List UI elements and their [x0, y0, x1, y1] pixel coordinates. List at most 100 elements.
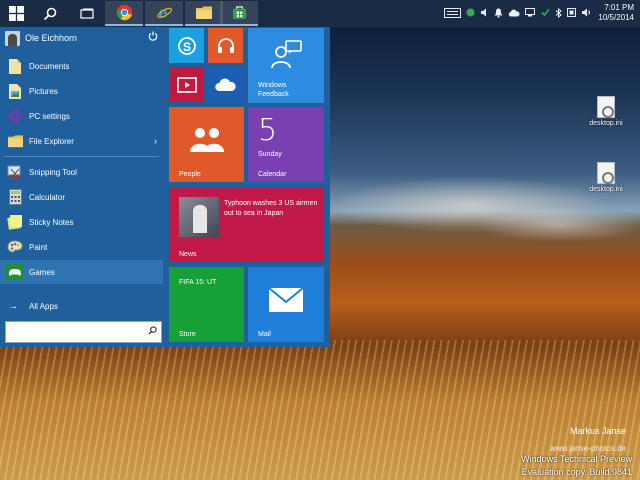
- file-explorer-icon: [196, 6, 212, 19]
- start-search-box[interactable]: [5, 321, 162, 343]
- tile-calendar[interactable]: 5 Sunday Calendar: [248, 107, 324, 182]
- svg-text:S: S: [183, 40, 191, 54]
- desktop-icon-desktop-ini[interactable]: desktop.ini: [586, 96, 626, 127]
- people-icon: [169, 107, 244, 170]
- all-apps-button[interactable]: → All Apps: [0, 295, 163, 317]
- tile-store[interactable]: FIFA 15: UT Store: [169, 267, 244, 342]
- bluetooth-icon[interactable]: [555, 7, 562, 20]
- start-item-documents[interactable]: Documents: [0, 54, 163, 78]
- search-icon[interactable]: [148, 326, 157, 337]
- internet-explorer-icon: e: [156, 5, 172, 21]
- mail-icon: [248, 267, 324, 332]
- start-item-sticky-notes[interactable]: Sticky Notes: [0, 210, 163, 234]
- taskbar-file-explorer[interactable]: [185, 1, 223, 26]
- search-button[interactable]: [33, 0, 66, 27]
- start-item-label: Paint: [29, 242, 48, 252]
- settings-icon: [4, 106, 26, 126]
- taskbar-internet-explorer[interactable]: e: [145, 1, 183, 26]
- tile-music[interactable]: [208, 28, 243, 63]
- onedrive-icon: [208, 67, 243, 102]
- clock-date: 10/5/2014: [598, 13, 634, 22]
- tile-people[interactable]: People: [169, 107, 244, 182]
- news-photo: [179, 197, 219, 237]
- tile-label: Mail: [258, 331, 271, 338]
- start-item-games[interactable]: Games: [0, 260, 163, 284]
- start-item-snipping-tool[interactable]: Snipping Tool: [0, 160, 163, 184]
- keyboard-icon[interactable]: [444, 7, 461, 20]
- tile-news[interactable]: Typhoon washes 3 US airmen out to sea in…: [169, 187, 324, 262]
- system-tray: [444, 0, 592, 27]
- chrome-icon: [116, 4, 132, 21]
- search-icon: [43, 7, 56, 20]
- all-apps-label: All Apps: [29, 301, 58, 311]
- chevron-right-icon[interactable]: ›: [154, 136, 157, 146]
- sticky-notes-icon: [4, 212, 26, 232]
- speaker-icon[interactable]: [480, 8, 489, 19]
- documents-icon: [4, 56, 26, 76]
- file-explorer-icon: [4, 131, 26, 151]
- start-item-label: PC settings: [29, 111, 70, 121]
- taskbar-store[interactable]: [220, 1, 258, 26]
- store-featured-text: FIFA 15: UT: [179, 279, 217, 286]
- start-item-label: Documents: [29, 61, 70, 71]
- user-name: Ole Eichhorn: [25, 33, 78, 43]
- task-view-icon: [80, 8, 94, 19]
- tile-video[interactable]: [169, 67, 204, 102]
- calculator-icon: [4, 187, 26, 207]
- start-item-calculator[interactable]: Calculator: [0, 185, 163, 209]
- task-view-button[interactable]: [72, 0, 102, 27]
- store-icon: [232, 6, 246, 20]
- paint-icon: [4, 237, 26, 257]
- desktop-icon-label: desktop.ini: [589, 186, 623, 193]
- snipping-tool-icon: [4, 162, 26, 182]
- start-button[interactable]: [0, 0, 33, 27]
- network-icon[interactable]: [525, 8, 536, 19]
- tile-label: People: [179, 171, 201, 178]
- divider: [4, 156, 159, 157]
- tile-windows-feedback[interactable]: Windows Feedback: [248, 28, 324, 103]
- calendar-day: 5: [258, 113, 278, 148]
- start-menu: Ole Eichhorn Documents Pictures PC setti…: [0, 27, 330, 347]
- arrow-right-icon: →: [8, 300, 18, 312]
- start-search-input[interactable]: [6, 322, 141, 342]
- start-item-label: Games: [29, 267, 55, 277]
- tile-onedrive[interactable]: [208, 67, 243, 102]
- file-icon: [597, 96, 615, 118]
- start-item-pc-settings[interactable]: PC settings: [0, 104, 163, 128]
- notification-icon[interactable]: [494, 8, 503, 20]
- build-watermark: Evaluation copy. Build 9841: [521, 467, 632, 477]
- start-item-label: Snipping Tool: [29, 167, 77, 177]
- product-watermark: Windows Technical Preview: [521, 454, 632, 464]
- file-icon: [597, 162, 615, 184]
- games-icon: [4, 262, 26, 282]
- start-menu-list: Ole Eichhorn Documents Pictures PC setti…: [0, 27, 163, 347]
- desktop-icon-label: desktop.ini: [589, 120, 623, 127]
- start-item-pictures[interactable]: Pictures: [0, 79, 163, 103]
- feedback-icon: [248, 28, 324, 81]
- tile-mail[interactable]: Mail: [248, 267, 324, 342]
- start-item-label: File Explorer: [29, 136, 74, 146]
- windows-logo-icon: [9, 6, 24, 21]
- taskbar-clock[interactable]: 7:01 PM 10/5/2014: [590, 3, 634, 23]
- update-check-icon[interactable]: [541, 8, 550, 19]
- start-item-paint[interactable]: Paint: [0, 235, 163, 259]
- start-item-label: Pictures: [29, 86, 58, 96]
- pictures-icon: [4, 81, 26, 101]
- tile-label: Store: [179, 331, 196, 338]
- avatar: [5, 30, 20, 46]
- onedrive-icon[interactable]: [508, 9, 520, 19]
- user-account[interactable]: Ole Eichhorn: [5, 30, 160, 46]
- headphones-icon: [208, 28, 243, 63]
- calendar-weekday: Sunday: [258, 151, 282, 158]
- taskbar-chrome[interactable]: [105, 1, 143, 26]
- power-icon[interactable]: [148, 31, 158, 44]
- tile-label: Calendar: [258, 171, 287, 178]
- network-status-icon[interactable]: [466, 8, 475, 19]
- action-center-icon[interactable]: [567, 8, 576, 19]
- desktop-icon-desktop-ini[interactable]: desktop.ini: [586, 162, 626, 193]
- start-item-label: Sticky Notes: [29, 217, 74, 227]
- photographer-credit: Markus Janse: [569, 426, 626, 436]
- tile-label: Windows Feedback: [258, 82, 289, 98]
- start-item-file-explorer[interactable]: File Explorer ›: [0, 129, 163, 153]
- tile-skype[interactable]: S: [169, 28, 204, 63]
